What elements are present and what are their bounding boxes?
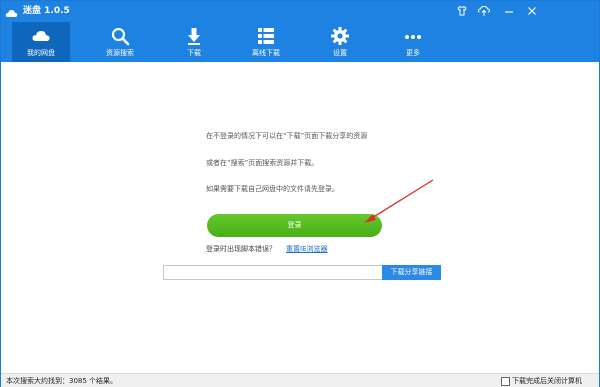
- app-window: 迷盘 1.0.5 我的网盘 资源搜索 下载 离线下载 设置 更多 在不登录的情况…: [0, 0, 600, 387]
- skin-icon[interactable]: [454, 3, 470, 19]
- red-arrow-annotation: [364, 179, 434, 223]
- login-button[interactable]: 登录: [207, 214, 382, 237]
- title-bar: 迷盘 1.0.5: [1, 1, 599, 22]
- search-icon: [110, 26, 130, 46]
- tab-download[interactable]: 下载: [165, 22, 223, 62]
- tab-label: 离线下载: [252, 49, 280, 57]
- download-share-link-button[interactable]: 下载分享链接: [382, 265, 441, 280]
- tab-resource-search[interactable]: 资源搜索: [91, 22, 149, 62]
- download-icon: [184, 26, 204, 46]
- tab-label: 下载: [187, 49, 201, 57]
- upload-icon[interactable]: [476, 3, 492, 19]
- main-toolbar: 我的网盘 资源搜索 下载 离线下载 设置 更多: [1, 22, 599, 62]
- tab-label: 设置: [333, 49, 347, 57]
- tab-offline-download[interactable]: 离线下载: [237, 22, 295, 62]
- gear-icon: [330, 26, 350, 46]
- tab-label: 我的网盘: [27, 49, 55, 57]
- cloud-icon: [31, 26, 51, 46]
- tab-settings[interactable]: 设置: [311, 22, 369, 62]
- share-link-input[interactable]: [163, 265, 383, 280]
- tab-my-disk[interactable]: 我的网盘: [12, 22, 70, 62]
- info-line-1: 在不登录的情况下可以在“下载”页面下载分享的资源: [206, 132, 368, 140]
- shutdown-checkbox[interactable]: [501, 377, 510, 386]
- tab-label: 更多: [406, 49, 420, 57]
- search-result-status: 本次搜索大约找到：3085 个结果。: [6, 377, 118, 385]
- list-icon: [256, 26, 276, 46]
- tab-label: 资源搜索: [106, 49, 134, 57]
- more-icon: [403, 26, 423, 46]
- reset-browser-link[interactable]: 重置IE浏览器: [286, 244, 328, 254]
- login-error-text: 登录时出现脚本错误？: [206, 245, 276, 253]
- tab-more[interactable]: 更多: [384, 22, 442, 62]
- status-bar: 本次搜索大约找到：3085 个结果。 下载完成后关闭计算机: [1, 373, 599, 387]
- cloud-logo-icon: [5, 5, 18, 18]
- minimize-icon[interactable]: [501, 3, 517, 19]
- close-icon[interactable]: [524, 3, 540, 19]
- window-title: 迷盘 1.0.5: [23, 6, 70, 16]
- info-line-3: 如果需要下载自己网盘中的文件请先登录。: [206, 185, 339, 193]
- shutdown-checkbox-label[interactable]: 下载完成后关闭计算机: [512, 376, 582, 386]
- info-line-2: 或者在“搜索”页面搜索资源并下载。: [206, 159, 319, 167]
